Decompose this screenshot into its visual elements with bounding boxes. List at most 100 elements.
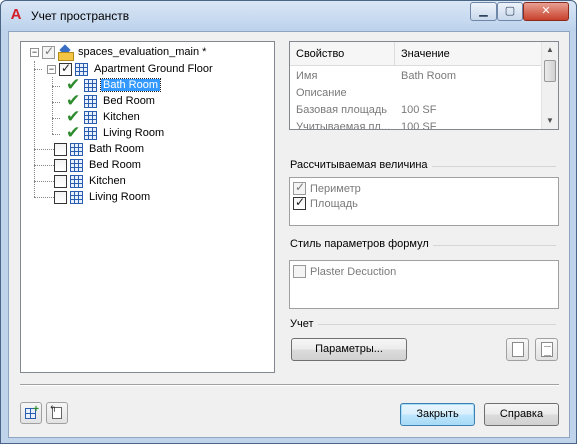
value-column-header[interactable]: Значение [395,42,450,66]
tree-node-label: Bath Room [99,78,162,92]
tree-connector [34,181,54,182]
calculated-value-list: Периметр Площадь [289,177,559,226]
plus-icon: + [33,404,39,415]
area-option[interactable]: Площадь [293,195,359,211]
tree-node-root-child[interactable]: Living Room [54,189,152,205]
tree-node-label: Living Room [103,127,165,139]
plaster-deduction-checkbox[interactable] [293,265,306,278]
property-row[interactable]: Базовая площадь 100 SF [290,102,542,119]
collapse-icon[interactable]: − [30,47,39,57]
footer-separator [20,384,559,386]
tree-node-floor-child[interactable]: ✔ Living Room [66,124,166,141]
tree-node-label: Living Room [89,191,151,203]
tree-node-root-child[interactable]: Bath Room [54,141,146,157]
tree-node-root[interactable]: − spaces_evaluation_main * [30,44,208,61]
tree-connector [34,197,54,198]
property-row[interactable]: Описание [290,85,542,102]
tree-node-label: Bed Room [103,95,155,107]
tree-connector [52,102,60,103]
perimeter-checkbox[interactable] [293,180,306,195]
space-grid-icon [70,174,83,188]
maximize-button[interactable]: ▢ [497,2,523,21]
tree-connector [52,134,60,135]
minimize-button[interactable]: ▁ [470,2,497,21]
formula-style-list: Plaster Decuction [289,260,559,309]
space-grid-icon [84,110,97,124]
property-column-header[interactable]: Свойство [290,42,395,66]
calculated-value-title: Рассчитываемая величина [290,159,432,171]
tree-node-label: Apartment Ground Floor [94,63,213,75]
included-check-icon: ✔ [66,107,81,126]
tree-connector [34,165,54,166]
autocad-app-icon: A [10,6,22,23]
group-divider [290,324,556,325]
space-checkbox[interactable] [54,158,67,172]
report-document-icon [541,342,553,357]
space-grid-icon [84,78,97,92]
tree-node-label: Bed Room [89,159,141,171]
tree-connector [52,118,60,119]
new-document-icon [512,342,524,357]
property-value [395,85,401,102]
report-title: Учет [290,318,318,330]
space-grid-icon [70,142,83,156]
included-check-icon: ✔ [66,91,81,110]
space-grid-icon [70,158,83,172]
scroll-thumb[interactable] [544,60,556,82]
scroll-up-icon[interactable]: ▲ [542,42,558,58]
open-report-button[interactable] [535,338,558,361]
help-button[interactable]: Справка [484,403,559,426]
add-space-evaluation-button[interactable]: + [20,402,42,424]
property-value: 100 SF [401,121,437,130]
tree-node-root-child[interactable]: Kitchen [54,173,128,189]
property-name: Описание [296,87,347,99]
property-row[interactable]: Учитываемая пл... 100 SF [290,119,542,130]
plaster-deduction-option[interactable]: Plaster Decuction [293,264,397,279]
title-bar: A Учет пространств ▁ ▢ ✕ [1,1,576,31]
property-name: Базовая площадь [296,104,388,116]
included-check-icon: ✔ [66,75,81,94]
space-checkbox[interactable] [54,190,67,204]
window-title: Учет пространств [31,9,130,23]
tree-node-label: Bath Room [89,143,145,155]
space-grid-icon [84,126,97,140]
formula-style-title: Стиль параметров формул [290,238,433,250]
new-report-button[interactable] [506,338,529,361]
scroll-down-icon[interactable]: ▼ [542,113,558,129]
option-label: Периметр [310,182,361,195]
properties-grid[interactable]: Свойство Значение Имя Bath Room Описание… [289,41,559,130]
tree-connector [34,149,54,150]
root-checkbox[interactable] [42,44,55,59]
dialog-body: − spaces_evaluation_main * − Apartment G… [8,31,570,438]
tree-connector [34,69,42,70]
properties-scrollbar[interactable]: ▲ ▼ [541,42,558,129]
properties-header: Свойство Значение [290,42,542,66]
option-label: Plaster Decuction [310,265,397,278]
space-checkbox[interactable] [54,174,67,188]
property-name: Имя [296,70,318,82]
area-checkbox[interactable] [293,195,306,210]
perimeter-option[interactable]: Периметр [293,180,362,196]
tree-node-label: Kitchen [103,111,140,123]
property-value: 100 SF [401,104,437,116]
close-button[interactable]: Закрыть [400,403,475,426]
tree-node-floor-child[interactable]: ✔ Bath Room [66,75,162,94]
spaces-tree[interactable]: − spaces_evaluation_main * − Apartment G… [20,41,275,373]
collapse-icon[interactable]: − [47,64,56,74]
space-grid-icon [84,94,97,108]
close-window-button[interactable]: ✕ [523,2,569,21]
import-button[interactable]: ↰ [46,402,68,424]
property-value: Bath Room [401,70,457,82]
floor-checkbox[interactable] [59,61,72,76]
tree-connector [52,86,60,87]
property-name: Учитываемая пл... [296,121,390,130]
tree-node-label: Kitchen [89,175,126,187]
tree-node-label: spaces_evaluation_main * [78,46,207,58]
space-checkbox[interactable] [54,142,67,156]
property-row[interactable]: Имя Bath Room [290,68,542,85]
tree-node-root-child[interactable]: Bed Room [54,157,143,173]
option-label: Площадь [310,197,358,210]
arrow-icon: ↰ [49,404,57,414]
parameters-button[interactable]: Параметры... [291,338,407,361]
space-evaluation-dialog: A Учет пространств ▁ ▢ ✕ − spaces_evalua… [0,0,577,444]
